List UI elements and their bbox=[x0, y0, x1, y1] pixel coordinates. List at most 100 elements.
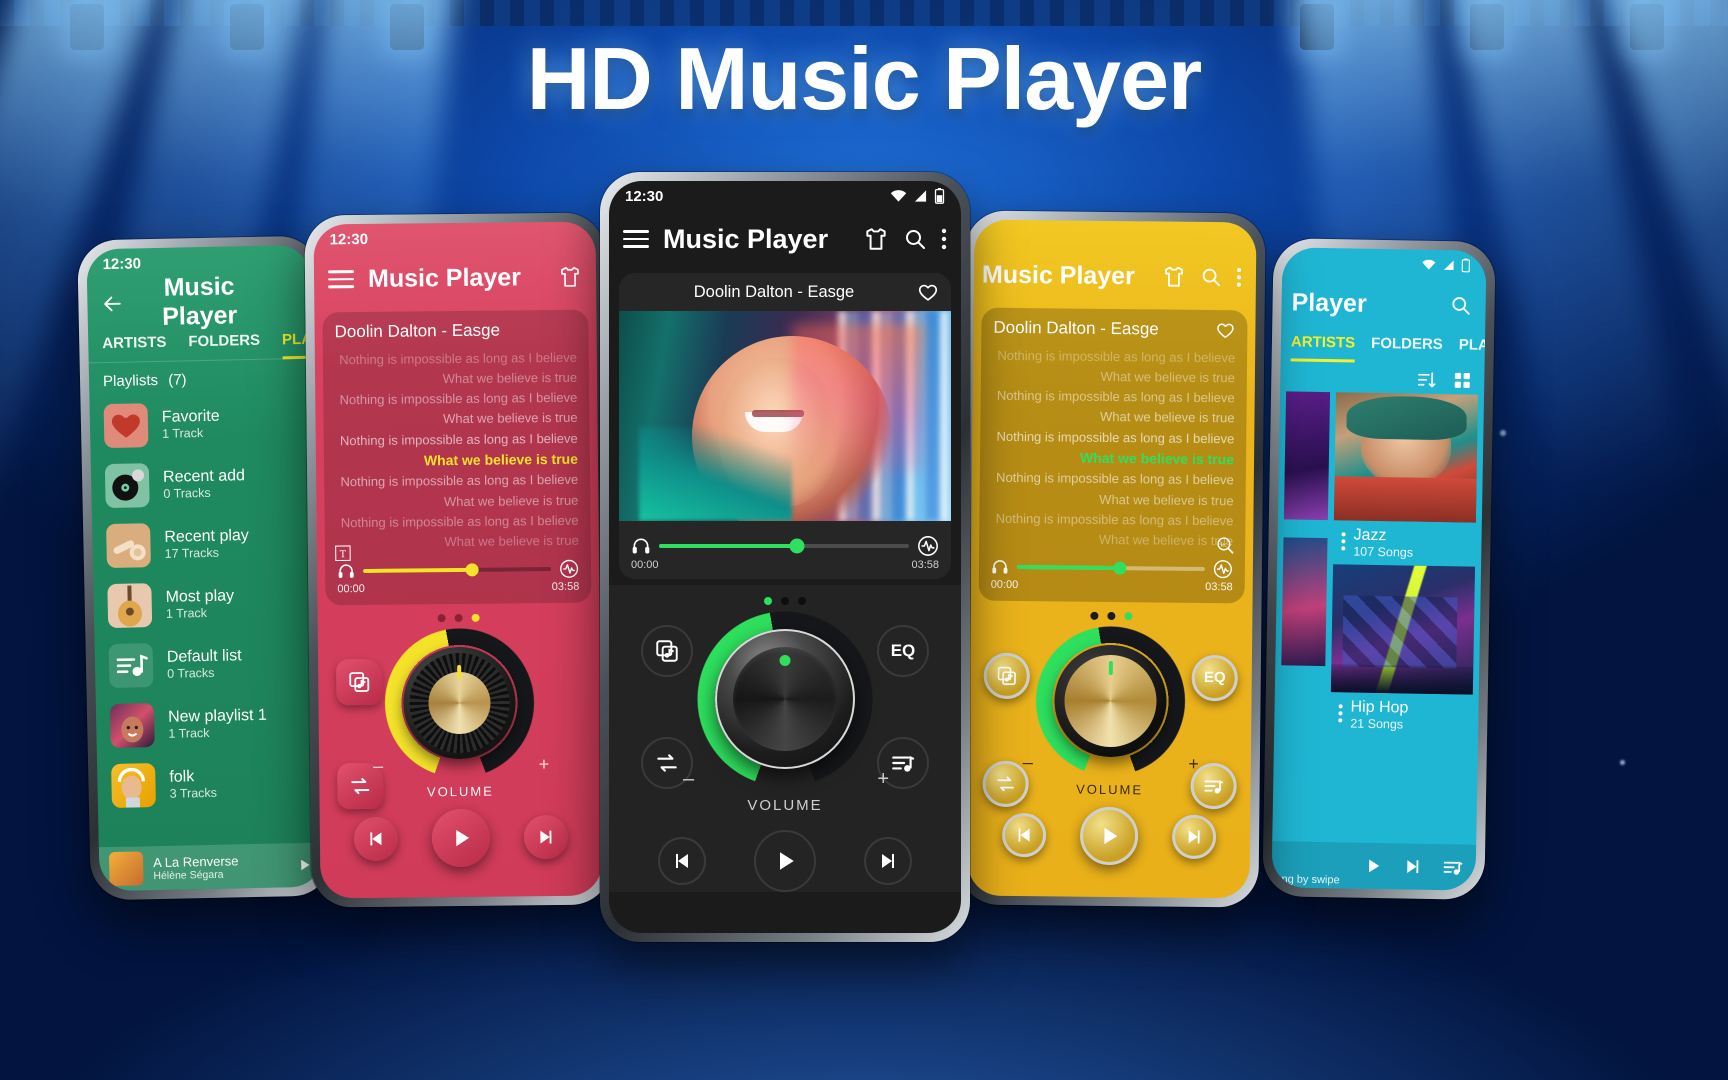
volume-knob[interactable]: – + bbox=[373, 627, 549, 779]
search-icon[interactable] bbox=[903, 227, 927, 251]
mini-player-artwork bbox=[108, 851, 144, 887]
next-track-icon[interactable] bbox=[1402, 855, 1424, 877]
volume-label: VOLUME bbox=[747, 797, 823, 814]
overflow-menu-icon[interactable] bbox=[941, 227, 947, 251]
phone-cyan: Player ARTISTS FOLDERS PLAYLISTS Jazz 10… bbox=[1262, 238, 1496, 900]
playlist-list: Favorite 1 Track Recent add 0 Tracks Rec… bbox=[89, 392, 322, 817]
favorite-heart-icon[interactable] bbox=[1215, 320, 1235, 340]
lyric-search-icon[interactable]: lrc bbox=[1215, 535, 1235, 555]
list-item[interactable]: Default list 0 Tracks bbox=[94, 632, 319, 697]
hamburger-icon[interactable] bbox=[623, 230, 649, 248]
page-dot-active[interactable] bbox=[764, 597, 772, 605]
theme-shirt-icon[interactable] bbox=[863, 226, 889, 252]
seek-row[interactable] bbox=[337, 559, 579, 582]
page-dot-active[interactable] bbox=[1124, 612, 1133, 621]
seek-bar[interactable] bbox=[659, 538, 909, 554]
play-icon[interactable] bbox=[1362, 855, 1384, 877]
list-item[interactable]: Favorite 1 Track bbox=[89, 392, 314, 457]
seek-row[interactable] bbox=[631, 535, 939, 557]
mini-player-bar[interactable]: A La Renverse Hélène Ségara bbox=[98, 842, 324, 892]
artist-card-subtitle: 107 Songs bbox=[1353, 544, 1414, 560]
artist-grid: Jazz 107 Songs Hip Hop 21 Songs bbox=[1274, 391, 1484, 739]
previous-track-icon[interactable] bbox=[658, 837, 706, 885]
equalizer-wave-icon[interactable] bbox=[559, 559, 579, 579]
grid-column-partial bbox=[1280, 391, 1331, 736]
tab-artists[interactable]: ARTISTS bbox=[1290, 333, 1356, 363]
sort-icon[interactable] bbox=[1416, 370, 1436, 390]
equalizer-button[interactable]: EQ bbox=[877, 625, 929, 677]
page-dot[interactable] bbox=[454, 613, 463, 622]
overflow-menu-icon[interactable] bbox=[1236, 266, 1242, 288]
tab-folders[interactable]: FOLDERS bbox=[1371, 335, 1443, 364]
seek-row[interactable] bbox=[991, 557, 1233, 580]
list-item[interactable]: Most play 1 Track bbox=[93, 572, 318, 637]
search-icon[interactable] bbox=[1449, 294, 1471, 316]
seek-bar[interactable] bbox=[363, 563, 552, 577]
page-dot-active[interactable] bbox=[471, 613, 480, 622]
page-dots[interactable] bbox=[609, 597, 961, 605]
page-dots[interactable] bbox=[318, 612, 600, 623]
previous-track-icon[interactable] bbox=[1001, 812, 1047, 858]
search-icon[interactable] bbox=[1200, 266, 1222, 288]
tab-folders[interactable]: FOLDERS bbox=[188, 332, 260, 361]
playlist-icon[interactable] bbox=[641, 625, 693, 677]
play-icon[interactable] bbox=[754, 830, 816, 892]
back-arrow-icon[interactable] bbox=[101, 293, 123, 315]
volume-knob-indicator bbox=[457, 664, 462, 679]
equalizer-button[interactable]: EQ bbox=[1191, 654, 1238, 702]
next-track-icon[interactable] bbox=[1171, 814, 1217, 860]
volume-knob[interactable]: – + bbox=[683, 611, 889, 790]
next-track-icon[interactable] bbox=[864, 837, 912, 885]
play-icon[interactable] bbox=[431, 808, 491, 868]
grid-view-icon[interactable] bbox=[1452, 370, 1472, 390]
hamburger-icon[interactable] bbox=[327, 270, 355, 289]
list-item[interactable]: New playlist 1 1 Track bbox=[96, 692, 321, 757]
battery-icon bbox=[1461, 258, 1470, 273]
lyric-line: What we believe is true bbox=[442, 369, 578, 387]
list-item[interactable]: Recent add 0 Tracks bbox=[91, 452, 316, 517]
artist-card[interactable]: Hip Hop 21 Songs bbox=[1330, 564, 1476, 738]
theme-shirt-icon[interactable] bbox=[558, 265, 582, 289]
overflow-menu-icon[interactable] bbox=[1338, 698, 1343, 723]
section-header-label: Playlists bbox=[102, 371, 159, 391]
next-track-icon[interactable] bbox=[523, 814, 569, 860]
album-artwork bbox=[1283, 391, 1331, 521]
page-dots[interactable] bbox=[970, 610, 1252, 621]
overflow-menu-icon[interactable] bbox=[1341, 526, 1346, 551]
equalizer-wave-icon[interactable] bbox=[917, 535, 939, 557]
page-dot[interactable] bbox=[1090, 611, 1099, 620]
queue-music-icon[interactable] bbox=[1442, 856, 1464, 878]
list-item[interactable]: Recent play 17 Tracks bbox=[92, 512, 317, 577]
text-format-icon[interactable]: T bbox=[335, 545, 351, 561]
page-dot[interactable] bbox=[781, 597, 789, 605]
seek-bar[interactable] bbox=[1016, 561, 1205, 575]
seek-thumb[interactable] bbox=[789, 538, 804, 554]
page-dot[interactable] bbox=[798, 597, 806, 605]
lyric-line: Nothing is impossible as long as I belie… bbox=[339, 349, 577, 368]
artist-card[interactable]: Jazz 107 Songs bbox=[1333, 392, 1479, 566]
playlist-icon[interactable] bbox=[336, 658, 383, 706]
equalizer-wave-icon[interactable] bbox=[1213, 559, 1233, 579]
play-icon[interactable] bbox=[1079, 806, 1139, 866]
mini-player-bar[interactable]: ng by swipe bbox=[1271, 841, 1477, 891]
list-item[interactable]: folk 3 Tracks bbox=[97, 752, 322, 817]
equalizer-label: EQ bbox=[1203, 669, 1226, 687]
previous-track-icon[interactable] bbox=[353, 816, 399, 862]
battery-icon bbox=[934, 188, 945, 204]
page-dot[interactable] bbox=[437, 614, 446, 623]
seek-thumb[interactable] bbox=[465, 563, 479, 577]
page-dot[interactable] bbox=[1107, 611, 1116, 620]
tab-artists[interactable]: ARTISTS bbox=[102, 334, 167, 363]
screen-cyan: Player ARTISTS FOLDERS PLAYLISTS Jazz 10… bbox=[1271, 247, 1487, 891]
favorite-heart-icon[interactable] bbox=[917, 281, 939, 303]
seek-thumb[interactable] bbox=[1113, 561, 1127, 575]
lyric-line: Nothing is impossible as long as I belie… bbox=[996, 388, 1235, 406]
playlist-icon[interactable] bbox=[983, 652, 1031, 700]
tab-playlists[interactable]: PLAYLISTS bbox=[1458, 336, 1487, 365]
volume-minus-label: – bbox=[373, 755, 384, 776]
lyric-line: What we believe is true bbox=[443, 410, 578, 427]
volume-knob[interactable]: – + bbox=[1023, 625, 1199, 777]
equalizer-label: EQ bbox=[890, 641, 916, 660]
theme-shirt-icon[interactable] bbox=[1162, 265, 1186, 289]
screen-pink: 12:30 Music Player Doolin Dalton - Easge… bbox=[313, 221, 603, 899]
